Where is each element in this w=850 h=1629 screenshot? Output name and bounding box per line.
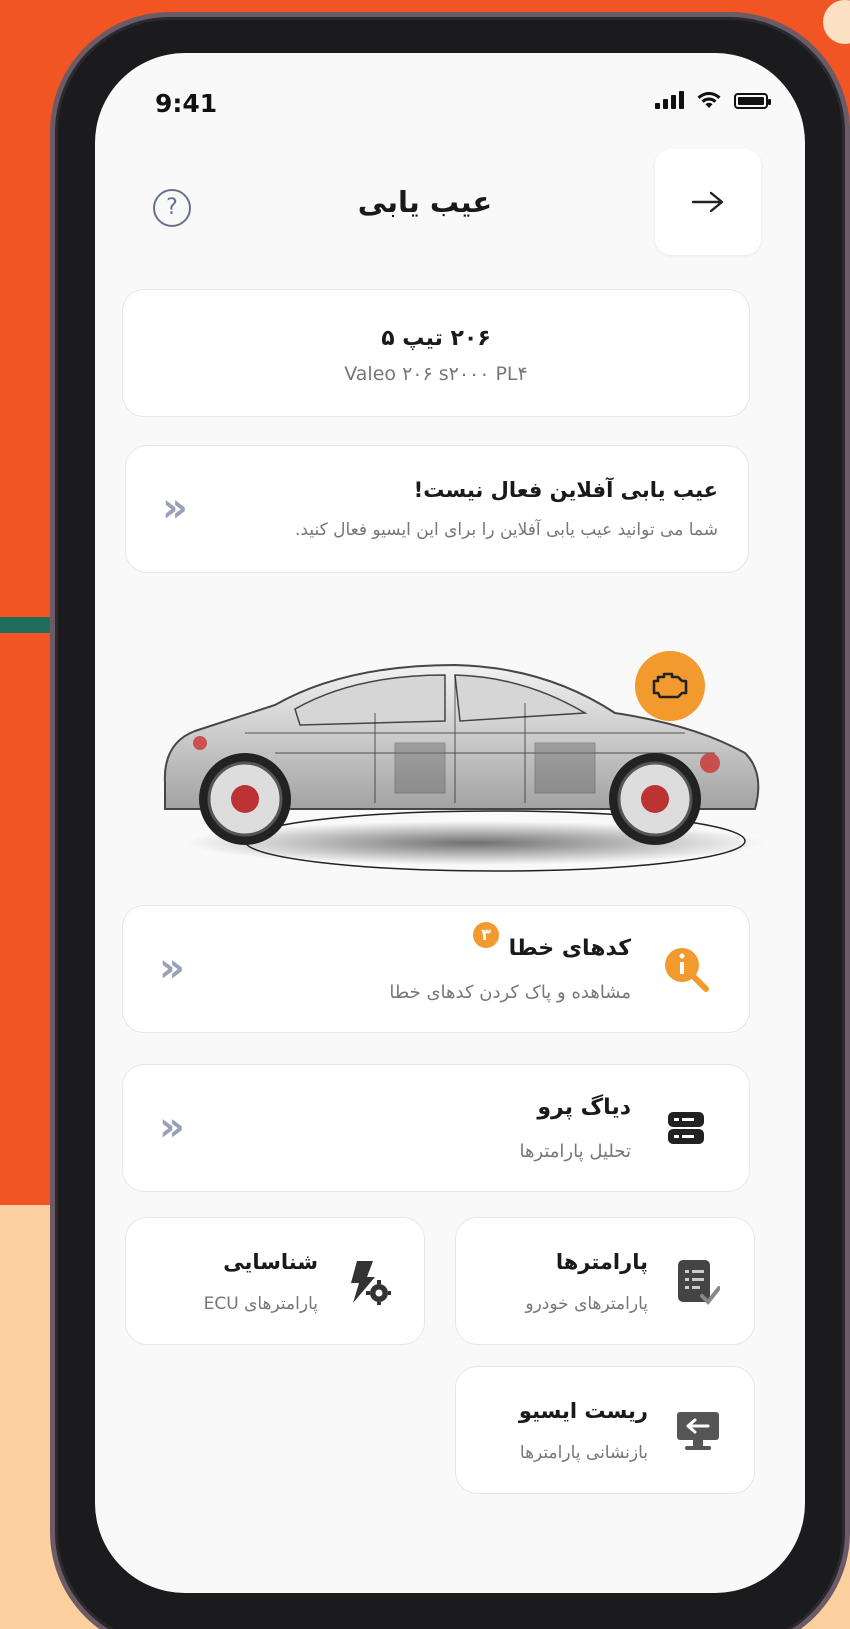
ecu-reset-title: ریست ایسیو <box>518 1399 648 1423</box>
vehicle-name: ۲۰۶ تیپ ۵ <box>381 326 491 351</box>
parameters-subtitle: پارامترهای خودرو <box>525 1294 648 1314</box>
rear-wheel <box>199 753 291 845</box>
offline-notice-card[interactable]: عیب یابی آفلاین فعال نیست! شما می توانید… <box>125 445 749 573</box>
search-info-icon <box>661 944 711 994</box>
identification-title: شناسایی <box>223 1250 318 1274</box>
ecu-reset-subtitle: بازنشانی پارامترها <box>519 1443 648 1463</box>
fault-codes-badge: ۳ <box>473 922 499 948</box>
offline-notice-title: عیب یابی آفلاین فعال نیست! <box>413 478 718 502</box>
front-wheel <box>609 753 701 845</box>
chevron-left-icon: « <box>159 945 185 991</box>
background-stroke <box>0 617 56 633</box>
identification-card[interactable]: شناسایی پارامترهای ECU <box>125 1217 425 1345</box>
fault-codes-subtitle: مشاهده و پاک کردن کدهای خطا <box>389 982 631 1003</box>
phone-screen: 9:41 ? عیب یابی ۲۰۶ تیپ ۵ Valeo ۲۰۶ s۲۰۰… <box>95 53 805 1593</box>
diag-pro-card[interactable]: دیاگ پرو تحلیل پارامترها « <box>122 1064 750 1192</box>
diag-pro-subtitle: تحلیل پارامترها <box>519 1141 631 1162</box>
question-circle-icon[interactable]: ? <box>153 189 191 227</box>
wifi-icon <box>697 91 721 108</box>
server-icon <box>661 1103 711 1153</box>
identification-subtitle: پارامترهای ECU <box>203 1294 318 1314</box>
monitor-return-icon <box>672 1405 724 1457</box>
chevron-left-icon: « <box>162 485 188 531</box>
parameters-card[interactable]: پارامترها پارامترهای خودرو <box>455 1217 755 1345</box>
offline-notice-description: شما می توانید عیب یابی آفلاین را برای ای… <box>295 520 718 540</box>
vehicle-card[interactable]: ۲۰۶ تیپ ۵ Valeo ۲۰۶ s۲۰۰۰ PL۴ <box>122 289 750 417</box>
chevron-left-icon: « <box>159 1104 185 1150</box>
ecu-reset-card[interactable]: ریست ایسیو بازنشانی پارامترها <box>455 1366 755 1494</box>
parameters-title: پارامترها <box>555 1250 648 1274</box>
status-icons <box>655 91 771 109</box>
battery-icon <box>734 93 771 109</box>
fault-codes-card[interactable]: کدهای خطا ۳ مشاهده و پاک کردن کدهای خطا … <box>122 905 750 1033</box>
back-button[interactable] <box>655 149 761 255</box>
status-time: 9:41 <box>155 89 218 118</box>
fault-codes-title: کدهای خطا <box>508 936 631 961</box>
signal-icon <box>655 91 684 109</box>
background-dot <box>823 0 850 44</box>
diag-pro-title: دیاگ پرو <box>537 1095 631 1120</box>
page-title: عیب یابی <box>357 185 493 219</box>
phone-frame: 9:41 ? عیب یابی ۲۰۶ تیپ ۵ Valeo ۲۰۶ s۲۰۰… <box>50 12 850 1629</box>
arrow-right-icon <box>691 191 724 213</box>
vehicle-ecu: Valeo ۲۰۶ s۲۰۰۰ PL۴ <box>344 363 528 385</box>
check-engine-icon <box>635 651 705 721</box>
flash-gear-icon <box>342 1256 394 1308</box>
checklist-icon <box>672 1256 724 1308</box>
